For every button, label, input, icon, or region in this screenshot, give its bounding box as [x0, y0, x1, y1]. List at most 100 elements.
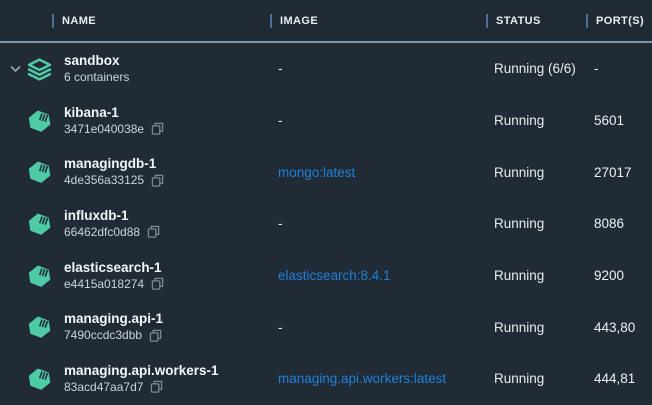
name-cell: managingdb-1 4de356a33125: [0, 155, 270, 189]
image-cell: -: [270, 61, 486, 76]
column-header-label: NAME: [62, 15, 96, 27]
row-icon: [27, 314, 52, 340]
column-separator: [270, 14, 272, 28]
ports-cell: -: [586, 61, 652, 76]
column-header-label: IMAGE: [280, 15, 318, 27]
name-cell: kibana-1 3471e040038e: [0, 104, 270, 138]
column-separator: [52, 14, 54, 28]
container-name: elasticsearch-1: [64, 259, 164, 276]
copy-id-button[interactable]: [151, 122, 164, 136]
image-cell: -: [270, 320, 486, 335]
container-sub: 6 containers: [64, 69, 129, 86]
name-lines: sandbox 6 containers: [64, 52, 129, 86]
status-cell: Running: [486, 371, 586, 386]
copy-id-button[interactable]: [150, 380, 163, 394]
ports-cell: 9200: [586, 268, 652, 283]
copy-icon: [149, 329, 162, 343]
container-id: 4de356a33125: [64, 172, 144, 189]
container-sub: e4415a018274: [64, 276, 164, 293]
stack-icon: [27, 56, 52, 82]
ports-cell: 5601: [586, 113, 652, 128]
table-header: NAME IMAGE STATUS PORT(S): [0, 0, 652, 43]
name-lines: managing.api-1 7490ccdc3dbb: [64, 310, 163, 344]
container-sub: 3471e040038e: [64, 121, 164, 138]
name-lines: elasticsearch-1 e4415a018274: [64, 259, 164, 293]
column-header-name[interactable]: NAME: [0, 0, 270, 41]
name-cell: elasticsearch-1 e4415a018274: [0, 259, 270, 293]
container-icon: [27, 159, 52, 185]
name-lines: managing.api.workers-1 83acd47aa7d7: [64, 362, 219, 396]
column-separator: [586, 14, 588, 28]
container-id: e4415a018274: [64, 276, 144, 293]
container-name: kibana-1: [64, 104, 164, 121]
copy-icon: [151, 122, 164, 136]
ports-cell: 444,81: [586, 371, 652, 386]
containers-table: NAME IMAGE STATUS PORT(S): [0, 0, 652, 405]
copy-icon: [150, 380, 163, 394]
row-icon: [27, 211, 52, 237]
container-sub: 4de356a33125: [64, 172, 164, 189]
ports-cell: 8086: [586, 216, 652, 231]
column-separator: [486, 14, 488, 28]
containers-table-body: sandbox 6 containers - Running (6/6): [0, 43, 652, 405]
column-header-label: PORT(S): [596, 15, 644, 27]
copy-id-button[interactable]: [151, 277, 164, 291]
row-icon: [27, 263, 52, 289]
container-sub: 83acd47aa7d7: [64, 379, 219, 396]
name-cell: sandbox 6 containers: [0, 52, 270, 86]
image-cell[interactable]: managing.api.workers:latest: [270, 371, 486, 386]
container-sub: 66462dfc0d88: [64, 224, 160, 241]
table-row[interactable]: sandbox 6 containers - Running (6/6): [0, 43, 652, 95]
ports-cell: 443,80: [586, 320, 652, 335]
container-id: 83acd47aa7d7: [64, 379, 143, 396]
container-sub: 7490ccdc3dbb: [64, 327, 163, 344]
container-icon: [27, 108, 52, 134]
container-name: managing.api.workers-1: [64, 362, 219, 379]
container-id: 66462dfc0d88: [64, 224, 140, 241]
image-cell: -: [270, 216, 486, 231]
status-cell: Running: [486, 320, 586, 335]
image-cell[interactable]: mongo:latest: [270, 165, 486, 180]
name-cell: managing.api.workers-1 83acd47aa7d7: [0, 362, 270, 396]
copy-icon: [151, 277, 164, 291]
copy-icon: [147, 225, 160, 239]
column-header-ports[interactable]: PORT(S): [586, 0, 652, 41]
ports-cell: 27017: [586, 165, 652, 180]
status-cell: Running: [486, 165, 586, 180]
name-lines: kibana-1 3471e040038e: [64, 104, 164, 138]
table-row[interactable]: managing.api-1 7490ccdc3dbb - Running: [0, 301, 652, 353]
container-id: 6 containers: [64, 69, 129, 86]
image-cell: -: [270, 113, 486, 128]
copy-id-button[interactable]: [151, 174, 164, 188]
row-icon: [27, 366, 52, 392]
name-lines: managingdb-1 4de356a33125: [64, 155, 164, 189]
status-cell: Running: [486, 216, 586, 231]
image-cell[interactable]: elasticsearch:8.4.1: [270, 268, 486, 283]
table-row[interactable]: managing.api.workers-1 83acd47aa7d7 mana…: [0, 353, 652, 405]
column-header-label: STATUS: [496, 15, 541, 27]
row-icon: [27, 108, 52, 134]
container-name: influxdb-1: [64, 207, 160, 224]
container-icon: [27, 366, 52, 392]
copy-id-button[interactable]: [147, 225, 160, 239]
chevron-down-icon[interactable]: [10, 65, 27, 73]
table-row[interactable]: influxdb-1 66462dfc0d88 - Running 80: [0, 198, 652, 250]
container-icon: [27, 211, 52, 237]
copy-id-button[interactable]: [149, 329, 162, 343]
container-name: managingdb-1: [64, 155, 164, 172]
status-cell: Running: [486, 268, 586, 283]
column-header-image[interactable]: IMAGE: [270, 0, 486, 41]
table-row[interactable]: kibana-1 3471e040038e - Running 5601: [0, 95, 652, 147]
copy-icon: [151, 174, 164, 188]
column-header-status[interactable]: STATUS: [486, 0, 586, 41]
table-row[interactable]: elasticsearch-1 e4415a018274 elasticsear…: [0, 250, 652, 302]
container-id: 7490ccdc3dbb: [64, 327, 142, 344]
name-cell: managing.api-1 7490ccdc3dbb: [0, 310, 270, 344]
row-icon: [27, 159, 52, 185]
container-name: managing.api-1: [64, 310, 163, 327]
row-icon: [27, 56, 52, 82]
container-id: 3471e040038e: [64, 121, 144, 138]
table-row[interactable]: managingdb-1 4de356a33125 mongo:latest R: [0, 146, 652, 198]
container-icon: [27, 314, 52, 340]
container-name: sandbox: [64, 52, 129, 69]
